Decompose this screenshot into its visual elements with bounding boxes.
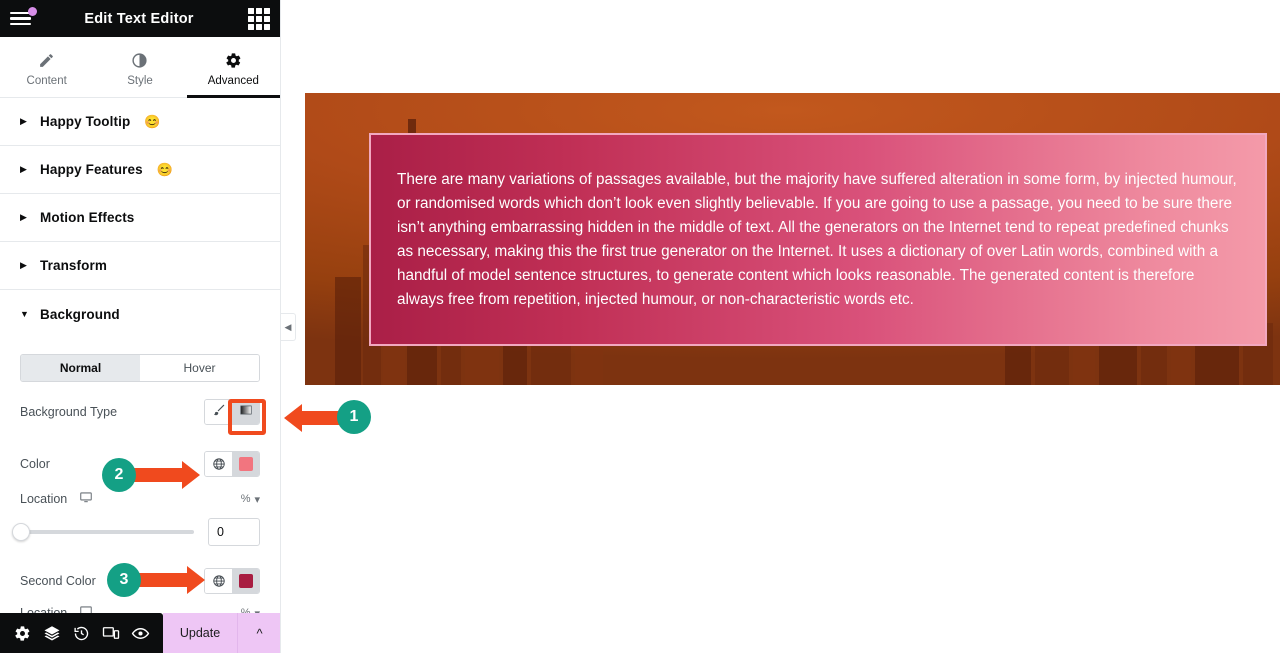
app-root: There are many variations of passages av…	[0, 0, 1280, 653]
second-color-swatch-button[interactable]	[232, 569, 259, 593]
page-title: Edit Text Editor	[84, 10, 194, 27]
chevron-left-icon: ◀	[284, 321, 292, 332]
panel-tabs: Content Style Advanced	[0, 37, 280, 98]
chevron-right-icon: ▶	[20, 212, 27, 222]
text-editor-widget[interactable]: There are many variations of passages av…	[369, 133, 1267, 346]
chevron-down-icon: ▼	[20, 308, 29, 319]
chevron-right-icon: ▶	[20, 260, 27, 270]
publish-options-chevron-up-icon[interactable]: ^	[237, 613, 280, 653]
grid-apps-icon[interactable]	[248, 7, 270, 30]
unit-label: %	[240, 493, 251, 505]
highlight-box-background-type	[228, 399, 266, 435]
smiley-icon: 😊	[144, 113, 161, 129]
annotation-badge-2: 2	[102, 458, 136, 492]
contrast-half-circle-icon	[131, 52, 148, 69]
state-tab-hover[interactable]: Hover	[140, 355, 259, 381]
editor-canvas: There are many variations of passages av…	[281, 0, 1280, 653]
gear-icon	[225, 52, 242, 69]
tab-content-label: Content	[26, 74, 67, 87]
section-motion-effects-label: Motion Effects	[40, 210, 135, 225]
tab-advanced-label: Advanced	[207, 74, 259, 87]
panel-bottom-bar: Update ^	[0, 613, 280, 653]
smiley-icon: 😊	[156, 161, 173, 177]
color-swatch-button[interactable]	[232, 452, 259, 476]
notification-dot-icon	[28, 6, 37, 16]
background-type-row: Background Type	[20, 390, 260, 434]
location-slider-row-1: 0	[12, 512, 260, 552]
second-color-swatch	[238, 574, 253, 588]
globe-icon[interactable]	[205, 452, 232, 476]
bottom-bar-tools	[0, 613, 163, 653]
annotation-badge-1: 1	[337, 400, 371, 434]
second-color-control-group	[204, 568, 260, 594]
section-happy-features[interactable]: ▶ Happy Features 😊	[0, 146, 280, 194]
section-motion-effects[interactable]: ▶ Motion Effects	[0, 194, 280, 242]
tab-content[interactable]: Content	[0, 37, 93, 97]
state-tab-normal[interactable]: Normal	[21, 355, 140, 381]
preview-eye-icon[interactable]	[128, 621, 152, 645]
section-transform[interactable]: ▶ Transform	[0, 242, 280, 290]
responsive-mode-icon[interactable]	[99, 621, 123, 645]
hero-section: There are many variations of passages av…	[305, 93, 1280, 385]
color-control-group	[204, 451, 260, 477]
section-background-label: Background	[40, 306, 120, 322]
location-label-1: Location	[20, 492, 68, 506]
elementor-settings-panel: Edit Text Editor Content Style Advanced …	[0, 0, 281, 653]
update-button[interactable]: Update	[163, 613, 237, 653]
section-background[interactable]: ▼ Background	[0, 290, 280, 338]
slider-knob[interactable]	[12, 523, 30, 541]
section-happy-features-label: Happy Features	[40, 162, 143, 177]
section-transform-label: Transform	[40, 258, 107, 273]
history-clock-icon[interactable]	[69, 621, 93, 645]
state-tab-group: Normal Hover	[20, 354, 260, 382]
tab-advanced[interactable]: Advanced	[186, 37, 280, 98]
globe-icon[interactable]	[205, 569, 232, 593]
panel-collapse-handle[interactable]: ◀	[281, 313, 296, 341]
location-value-input-1[interactable]: 0	[208, 518, 260, 546]
section-happy-tooltip-label: Happy Tooltip	[40, 114, 131, 129]
hamburger-icon[interactable]	[10, 6, 37, 31]
chevron-right-icon: ▶	[20, 116, 27, 126]
settings-gear-icon[interactable]	[11, 621, 35, 645]
pencil-icon	[38, 52, 55, 69]
chevron-right-icon: ▶	[20, 164, 27, 174]
text-editor-body: There are many variations of passages av…	[397, 170, 1237, 308]
building-silhouette	[1073, 341, 1095, 385]
building-silhouette	[335, 277, 361, 385]
unit-selector[interactable]: % ▾	[241, 493, 260, 506]
color-swatch	[238, 457, 253, 471]
tab-style[interactable]: Style	[93, 37, 186, 97]
building-silhouette	[575, 345, 603, 385]
background-type-label: Background Type	[20, 405, 118, 419]
location-row-1-header: Location % ▾	[20, 486, 260, 512]
chevron-down-icon: ▾	[254, 493, 260, 506]
color-row: Color	[20, 442, 260, 486]
annotation-badge-3: 3	[107, 563, 141, 597]
section-happy-tooltip[interactable]: ▶ Happy Tooltip 😊	[0, 98, 280, 146]
desktop-icon[interactable]	[79, 490, 93, 509]
navigator-layers-icon[interactable]	[40, 621, 64, 645]
location-slider-1[interactable]	[12, 523, 194, 541]
paint-brush-icon	[212, 403, 226, 422]
panel-header: Edit Text Editor	[0, 0, 280, 37]
tab-style-label: Style	[127, 74, 153, 87]
